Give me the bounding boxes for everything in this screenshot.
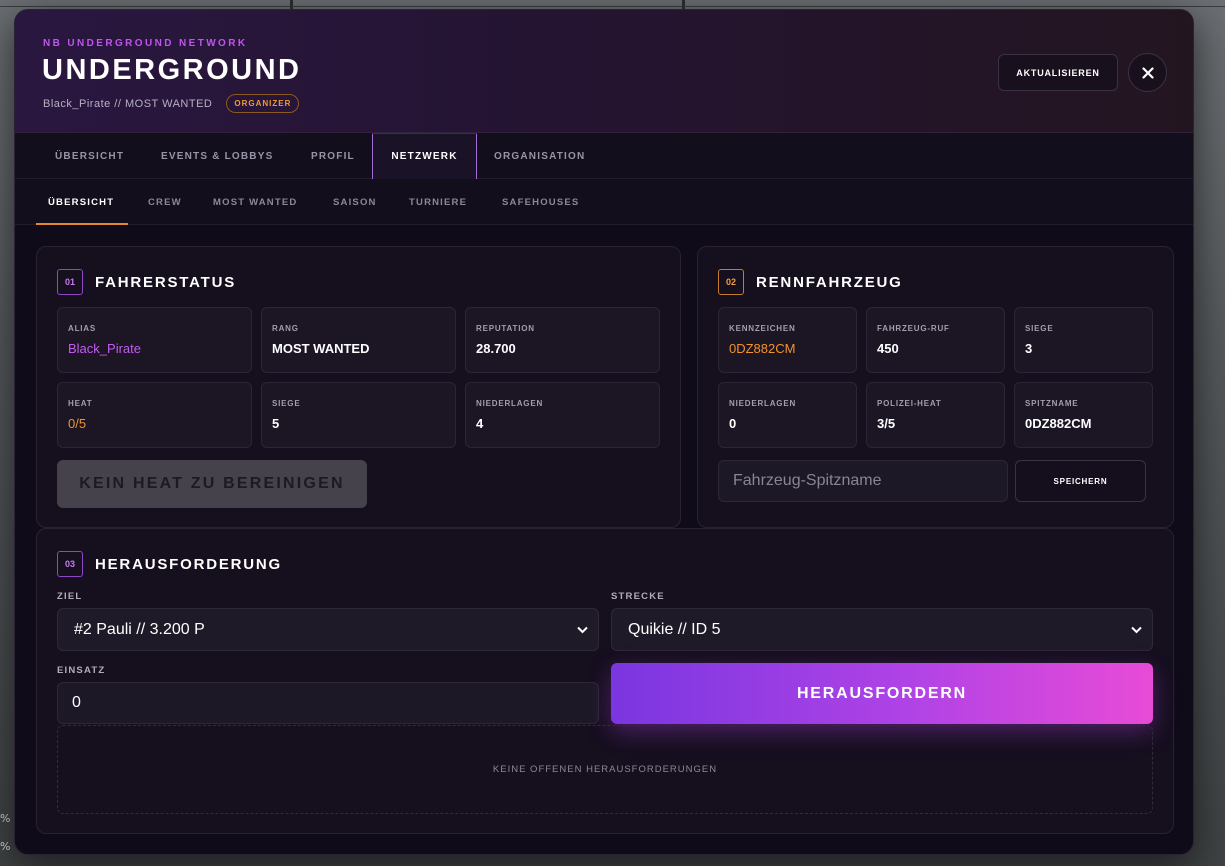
section-number: 02 [718, 269, 744, 295]
stat-value: 5 [272, 416, 280, 431]
network-label: NB UNDERGROUND NETWORK [43, 38, 248, 49]
subtab-saison[interactable]: SAISON [333, 179, 377, 225]
save-nickname-button[interactable]: SPEICHERN [1015, 460, 1146, 502]
driver-status-header: 01 FAHRERSTATUS [57, 269, 236, 295]
stat-value: 0 [729, 416, 737, 431]
stat-label: SIEGE [272, 399, 301, 408]
stat-kennzeichen: KENNZEICHEN 0DZ882CM [718, 307, 857, 373]
stat-value: 0DZ882CM [729, 341, 796, 356]
chevron-down-icon [577, 626, 588, 633]
stat-heat: HEAT 0/5 [57, 382, 252, 448]
target-label: ZIEL [57, 591, 83, 602]
underground-panel: NB UNDERGROUND NETWORK UNDERGROUND Black… [14, 9, 1194, 855]
stat-label: POLIZEI-HEAT [877, 399, 942, 408]
refresh-button[interactable]: AKTUALISIEREN [998, 54, 1118, 91]
stat-reputation: REPUTATION 28.700 [465, 307, 660, 373]
main-tabs: ÜBERSICHT EVENTS & LOBBYS PROFIL NETZWER… [15, 133, 1193, 179]
target-select-value: #2 Pauli // 3.200 P [74, 620, 205, 638]
target-select[interactable]: #2 Pauli // 3.200 P [57, 608, 599, 651]
subtab-crew[interactable]: CREW [148, 179, 182, 225]
stat-label: NIEDERLAGEN [729, 399, 797, 408]
stat-value: 0DZ882CM [1025, 416, 1092, 431]
stat-rang: RANG MOST WANTED [261, 307, 456, 373]
role-badge: ORGANIZER [226, 94, 300, 113]
stat-polizei-heat: POLIZEI-HEAT 3/5 [866, 382, 1005, 448]
tab-events-lobbys[interactable]: EVENTS & LOBBYS [161, 133, 273, 179]
stat-label: RANG [272, 324, 299, 333]
open-challenges-empty: KEINE OFFENEN HERAUSFORDERUNGEN [57, 725, 1153, 814]
edge-mark: % [0, 812, 11, 825]
track-select-value: Quikie // ID 5 [628, 620, 721, 638]
race-vehicle-header: 02 RENNFAHRZEUG [718, 269, 903, 295]
stake-label: EINSATZ [57, 665, 106, 676]
subtab-most-wanted[interactable]: MOST WANTED [213, 179, 297, 225]
stat-label: SPITZNAME [1025, 399, 1079, 408]
tab-netzwerk[interactable]: NETZWERK [372, 133, 477, 179]
stat-label: ALIAS [68, 324, 96, 333]
stat-label: KENNZEICHEN [729, 324, 796, 333]
challenge-card: 03 HERAUSFORDERUNG ZIEL #2 Pauli // 3.20… [36, 528, 1174, 834]
stat-value: 0/5 [68, 416, 87, 431]
clear-heat-button[interactable]: KEIN HEAT ZU BEREINIGEN [57, 460, 367, 508]
chevron-down-icon [1131, 626, 1142, 633]
stat-value: 450 [877, 341, 899, 356]
player-subtitle: Black_Pirate // MOST WANTED ORGANIZER [43, 94, 300, 113]
section-title: FAHRERSTATUS [95, 273, 237, 291]
tab-profil[interactable]: PROFIL [311, 133, 355, 179]
stat-value: 28.700 [476, 341, 516, 356]
track-select[interactable]: Quikie // ID 5 [611, 608, 1153, 651]
close-icon [1141, 66, 1154, 79]
stat-label: HEAT [68, 399, 93, 408]
stat-label: SIEGE [1025, 324, 1054, 333]
stat-value: MOST WANTED [272, 341, 370, 356]
stat-niederlagen: NIEDERLAGEN 4 [465, 382, 660, 448]
stat-alias: ALIAS Black_Pirate [57, 307, 252, 373]
section-title: HERAUSFORDERUNG [95, 555, 283, 573]
race-vehicle-card: 02 RENNFAHRZEUG KENNZEICHEN 0DZ882CM FAH… [697, 246, 1174, 528]
challenge-header: 03 HERAUSFORDERUNG [57, 551, 282, 577]
track-label: STRECKE [611, 591, 665, 602]
player-name-rank: Black_Pirate // MOST WANTED [43, 97, 213, 110]
section-number: 01 [57, 269, 83, 295]
stat-value: 3/5 [877, 416, 896, 431]
stat-siege: SIEGE 3 [1014, 307, 1153, 373]
stat-label: FAHRZEUG-RUF [877, 324, 950, 333]
stake-input[interactable]: 0 [57, 682, 599, 724]
stat-niederlagen: NIEDERLAGEN 0 [718, 382, 857, 448]
sub-tabs: ÜBERSICHT CREW MOST WANTED SAISON TURNIE… [15, 179, 1193, 225]
stat-value: Black_Pirate [68, 341, 141, 356]
stat-value: 4 [476, 416, 484, 431]
section-number: 03 [57, 551, 83, 577]
edge-mark: % [0, 840, 11, 853]
panel-header: NB UNDERGROUND NETWORK UNDERGROUND Black… [15, 10, 1193, 133]
vehicle-nickname-input[interactable]: Fahrzeug-Spitzname [718, 460, 1008, 502]
page-title: UNDERGROUND [42, 54, 302, 86]
stat-value: 3 [1025, 341, 1033, 356]
tab-uebersicht[interactable]: ÜBERSICHT [55, 133, 124, 179]
stat-label: REPUTATION [476, 324, 535, 333]
stat-label: NIEDERLAGEN [476, 399, 544, 408]
close-button[interactable] [1128, 53, 1167, 92]
section-title: RENNFAHRZEUG [756, 273, 903, 291]
subtab-turniere[interactable]: TURNIERE [409, 179, 467, 225]
subtab-safehouses[interactable]: SAFEHOUSES [502, 179, 579, 225]
challenge-button[interactable]: HERAUSFORDERN [611, 663, 1153, 724]
stat-spitzname: SPITZNAME 0DZ882CM [1014, 382, 1153, 448]
stat-siege: SIEGE 5 [261, 382, 456, 448]
subtab-uebersicht[interactable]: ÜBERSICHT [35, 179, 129, 225]
tab-organisation[interactable]: ORGANISATION [494, 133, 585, 179]
stat-fahrzeug-ruf: FAHRZEUG-RUF 450 [866, 307, 1005, 373]
driver-status-card: 01 FAHRERSTATUS ALIAS Black_Pirate RANG … [36, 246, 681, 528]
